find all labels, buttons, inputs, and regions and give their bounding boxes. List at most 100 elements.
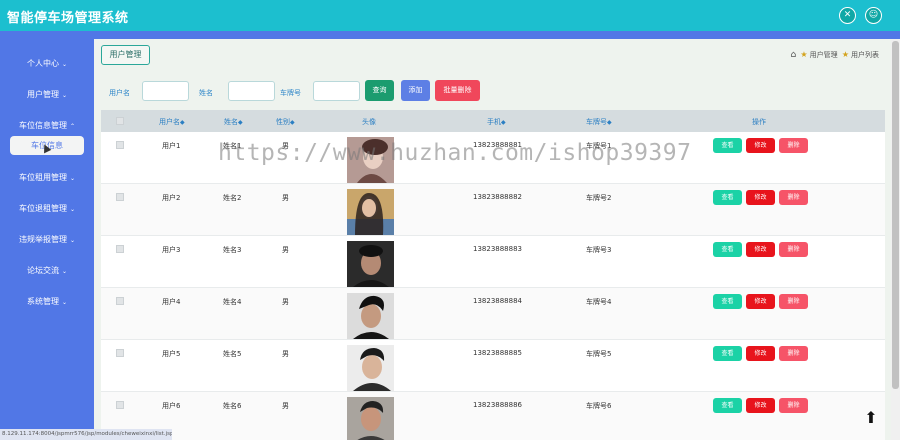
delete-button[interactable]: 删除 — [779, 346, 808, 361]
cell-plate: 车牌号1 — [586, 142, 612, 150]
edit-button[interactable]: 修改 — [746, 398, 775, 413]
cell-phone: 13823888885 — [473, 349, 522, 357]
header-name[interactable]: 姓名◆ — [224, 117, 243, 127]
main-content: 用户管理 ⌂ ★ 用户管理 ★ 用户列表 用户名 姓名 车牌号 查询 添加 批量删除… — [94, 39, 891, 440]
chevron-down-icon: ⌄ — [69, 237, 76, 244]
delete-button[interactable]: 删除 — [779, 294, 808, 309]
top-bar: 智能停车场管理系统 ✕ ☺ — [0, 0, 900, 31]
header-username[interactable]: 用户名◆ — [159, 117, 185, 127]
cell-username: 用户6 — [162, 402, 181, 410]
cell-gender: 男 — [282, 246, 289, 254]
row-checkbox[interactable] — [116, 193, 124, 201]
sidebar-item-label: 违规举报管理 — [18, 235, 67, 244]
edit-button[interactable]: 修改 — [746, 294, 775, 309]
cell-phone: 13823888884 — [473, 297, 522, 305]
vertical-scrollbar[interactable] — [891, 39, 900, 440]
delete-button[interactable]: 删除 — [779, 138, 808, 153]
sidebar-item-parking-info-mgmt[interactable]: 车位信息管理 ⌃ — [0, 118, 94, 134]
name-label: 姓名 — [199, 89, 213, 97]
username-input[interactable] — [142, 81, 189, 101]
cell-plate: 车牌号2 — [586, 194, 612, 202]
chevron-down-icon: ⌄ — [61, 61, 68, 68]
header-label: 姓名 — [224, 118, 238, 126]
header-phone[interactable]: 手机◆ — [487, 117, 506, 127]
chevron-up-icon: ⌃ — [69, 123, 76, 130]
row-checkbox[interactable] — [116, 349, 124, 357]
cell-name: 姓名4 — [223, 298, 242, 306]
view-button[interactable]: 查看 — [713, 138, 742, 153]
cell-username: 用户3 — [162, 246, 181, 254]
query-button[interactable]: 查询 — [365, 80, 394, 101]
tab-user-management[interactable]: 用户管理 — [101, 45, 150, 65]
name-input[interactable] — [228, 81, 275, 101]
chevron-down-icon: ⌄ — [61, 92, 68, 99]
breadcrumb-item: 用户列表 — [851, 51, 879, 59]
avatar — [347, 397, 394, 440]
sort-icon: ◆ — [238, 119, 243, 126]
avatar — [347, 137, 394, 183]
row-checkbox[interactable] — [116, 297, 124, 305]
cell-username: 用户5 — [162, 350, 181, 358]
select-all-checkbox[interactable] — [116, 117, 124, 125]
avatar — [347, 345, 394, 391]
table-row: 用户5 姓名5 男 13823888885 车牌号5 查看 修改 删除 — [101, 340, 885, 392]
avatar — [347, 241, 394, 287]
sort-icon: ◆ — [180, 119, 185, 126]
sidebar-item-forum[interactable]: 论坛交流 ⌄ — [0, 263, 94, 279]
row-checkbox[interactable] — [116, 141, 124, 149]
sidebar-item-users[interactable]: 用户管理 ⌄ — [0, 87, 94, 103]
cell-gender: 男 — [282, 298, 289, 306]
header-label: 性别 — [276, 118, 290, 126]
star-icon: ★ — [800, 50, 808, 59]
row-checkbox[interactable] — [116, 245, 124, 253]
header-plate[interactable]: 车牌号◆ — [586, 117, 612, 127]
sort-icon: ◆ — [607, 119, 612, 126]
cell-name: 姓名6 — [223, 402, 242, 410]
batch-delete-button[interactable]: 批量删除 — [435, 80, 480, 101]
sidebar-item-rental-mgmt[interactable]: 车位租用管理 ⌄ — [0, 170, 94, 186]
row-checkbox[interactable] — [116, 401, 124, 409]
delete-button[interactable]: 删除 — [779, 190, 808, 205]
status-url: 8.129.11.174:8004/jspmrr576/jsp/modules/… — [0, 429, 172, 440]
add-button[interactable]: 添加 — [401, 80, 430, 101]
view-button[interactable]: 查看 — [713, 190, 742, 205]
app-title: 智能停车场管理系统 — [7, 11, 129, 26]
home-icon[interactable]: ⌂ — [790, 50, 796, 60]
view-button[interactable]: 查看 — [713, 346, 742, 361]
avatar — [347, 293, 394, 339]
view-button[interactable]: 查看 — [713, 294, 742, 309]
cell-gender: 男 — [282, 350, 289, 358]
edit-button[interactable]: 修改 — [746, 190, 775, 205]
cell-phone: 13823888883 — [473, 245, 522, 253]
breadcrumb-item[interactable]: 用户管理 — [810, 51, 838, 59]
cell-name: 姓名3 — [223, 246, 242, 254]
delete-button[interactable]: 删除 — [779, 242, 808, 257]
sidebar-item-violation-mgmt[interactable]: 违规举报管理 ⌄ — [0, 232, 94, 248]
view-button[interactable]: 查看 — [713, 398, 742, 413]
header-gender[interactable]: 性别◆ — [276, 117, 295, 127]
chevron-down-icon: ⌄ — [69, 206, 76, 213]
scrollbar-thumb[interactable] — [892, 41, 899, 389]
plate-label: 车牌号 — [280, 89, 301, 97]
fullscreen-icon[interactable]: ✕ — [839, 7, 856, 24]
table-row: 用户4 姓名4 男 13823888884 车牌号4 查看 修改 删除 — [101, 288, 885, 340]
sort-icon: ◆ — [501, 119, 506, 126]
sidebar-item-label: 车位信息管理 — [18, 121, 67, 130]
edit-button[interactable]: 修改 — [746, 242, 775, 257]
sidebar-item-personal-center[interactable]: 个人中心 ⌄ — [0, 56, 94, 72]
cell-phone: 13823888881 — [473, 141, 522, 149]
sidebar-item-label: 个人中心 — [26, 59, 59, 68]
cell-username: 用户2 — [162, 194, 181, 202]
table-header: 用户名◆ 姓名◆ 性别◆ 头像 手机◆ 车牌号◆ 操作 — [101, 110, 885, 132]
back-to-top-icon[interactable]: ⬆ — [861, 408, 881, 428]
delete-button[interactable]: 删除 — [779, 398, 808, 413]
edit-button[interactable]: 修改 — [746, 138, 775, 153]
plate-input[interactable] — [313, 81, 360, 101]
user-icon[interactable]: ☺ — [865, 7, 882, 24]
table-row: 用户6 姓名6 男 13823888886 车牌号6 查看 修改 删除 — [101, 392, 885, 440]
edit-button[interactable]: 修改 — [746, 346, 775, 361]
sidebar-item-return-mgmt[interactable]: 车位退租管理 ⌄ — [0, 201, 94, 217]
sidebar-item-label: 车位退租管理 — [18, 204, 67, 213]
sidebar-item-system-mgmt[interactable]: 系统管理 ⌄ — [0, 294, 94, 310]
view-button[interactable]: 查看 — [713, 242, 742, 257]
